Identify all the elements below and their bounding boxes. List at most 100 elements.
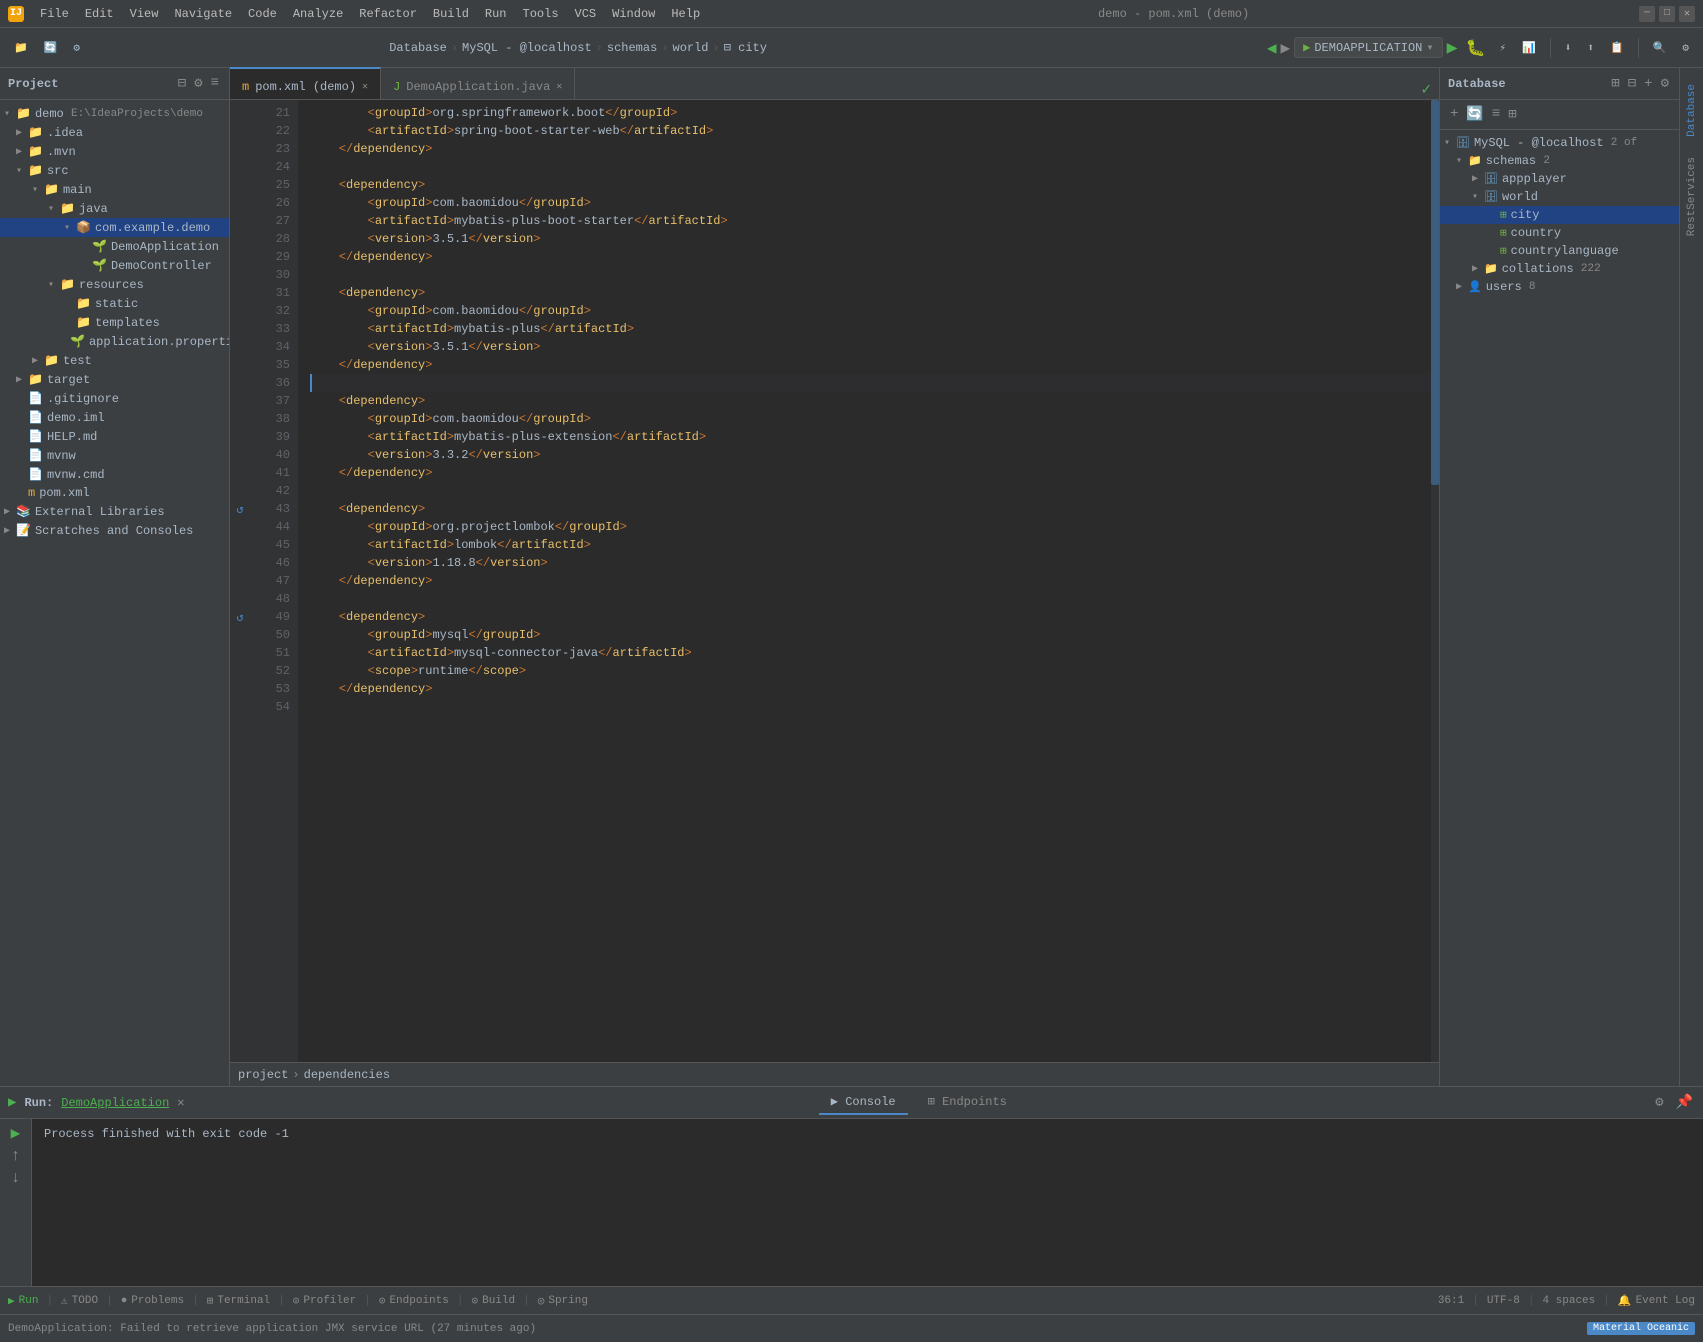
db-settings-icon[interactable]: ⚙ [1659,73,1671,94]
vtab-database[interactable]: Database [1684,76,1700,145]
tree-item-demo-controller[interactable]: ▶ 🌱 DemoController [0,256,229,275]
menu-navigate[interactable]: Navigate [166,5,240,23]
run-status-button[interactable]: ▶ Run [8,1294,38,1308]
db-refresh-icon[interactable]: 🔄 [1464,104,1485,125]
db-new-connection-icon[interactable]: + [1448,104,1460,125]
todo-status[interactable]: ⚠ TODO [61,1294,98,1308]
terminal-status[interactable]: ⊞ Terminal [207,1294,270,1308]
tree-item-mvn[interactable]: ▶ 📁 .mvn [0,142,229,161]
toolbar-project-btn[interactable]: 📁 [8,37,34,59]
menu-build[interactable]: Build [425,5,477,23]
tree-item-help[interactable]: ▶ 📄 HELP.md [0,427,229,446]
db-item-country[interactable]: ▶ ⊞ country [1440,224,1679,242]
tree-item-demo-iml[interactable]: ▶ 📄 demo.iml [0,408,229,427]
settings-gear-button[interactable]: ⚙ [1676,37,1695,59]
vtab-services[interactable]: RestServices [1684,149,1700,244]
db-item-world[interactable]: ▾ 🗄 world [1440,188,1679,206]
run-config-selector[interactable]: ▶ DEMOAPPLICATION ▾ [1294,37,1443,58]
breadcrumb-mysql[interactable]: MySQL - @localhost [462,41,592,55]
run-forward-button[interactable]: ▶ [1280,38,1290,58]
db-item-mysql[interactable]: ▾ 🗄 MySQL - @localhost 2 of [1440,134,1679,152]
tree-item-mvnw-cmd[interactable]: ▶ 📄 mvnw.cmd [0,465,229,484]
spring-status[interactable]: ◎ Spring [538,1294,588,1308]
run-tab-endpoints[interactable]: ⊞ Endpoints [916,1090,1019,1115]
run-settings-icon[interactable]: ⚙ [1653,1092,1665,1113]
tree-item-src[interactable]: ▾ 📁 src [0,161,229,180]
tree-item-templates[interactable]: ▶ 📁 templates [0,313,229,332]
menu-edit[interactable]: Edit [77,5,122,23]
profile-button[interactable]: 📊 [1516,37,1542,59]
run-button[interactable]: ▶ [1447,37,1458,59]
menu-file[interactable]: File [32,5,77,23]
db-item-collations[interactable]: ▶ 📁 collations 222 [1440,260,1679,278]
tree-item-demo[interactable]: ▾ 📁 demo E:\IdeaProjects\demo [0,104,229,123]
code-content[interactable]: <groupId>org.springframework.boot</group… [298,100,1431,1062]
close-button[interactable]: ✕ [1679,6,1695,22]
run-tab-console[interactable]: ▶ Console [819,1090,908,1115]
tree-item-package[interactable]: ▾ 📦 com.example.demo [0,218,229,237]
toolbar-settings-btn[interactable]: ⚙ [67,37,86,59]
toolbar-sync-btn[interactable]: 🔄 [38,37,64,59]
db-collapse-icon[interactable]: ⊟ [1626,73,1638,94]
menu-analyze[interactable]: Analyze [285,5,351,23]
git-update-button[interactable]: ⬇ [1559,37,1578,59]
sidebar-collapse-all-icon[interactable]: ⊟ [176,73,188,94]
db-sync-icon[interactable]: ⊞ [1609,73,1621,94]
minimize-button[interactable]: ─ [1639,6,1655,22]
tree-item-mvnw[interactable]: ▶ 📄 mvnw [0,446,229,465]
db-item-schemas[interactable]: ▾ 📁 schemas 2 [1440,152,1679,170]
sidebar-settings-icon[interactable]: ⚙ [192,73,204,94]
db-item-countrylanguage[interactable]: ▶ ⊞ countrylanguage [1440,242,1679,260]
tree-item-application-properties[interactable]: ▶ 🌱 application.properties [0,332,229,351]
tree-item-gitignore[interactable]: ▶ 📄 .gitignore [0,389,229,408]
sidebar-gear-icon[interactable]: ≡ [209,73,221,94]
run-app-name[interactable]: DemoApplication [61,1096,169,1110]
coverage-button[interactable]: ⚡ [1493,37,1512,59]
editor-breadcrumb-dependencies[interactable]: dependencies [304,1068,390,1082]
tree-item-idea[interactable]: ▶ 📁 .idea [0,123,229,142]
run-close-icon[interactable]: ✕ [177,1095,184,1110]
code-editor[interactable]: ↺ ↺ 21 22 23 24 25 26 27 [230,100,1439,1062]
db-add-icon[interactable]: + [1642,74,1654,94]
run-pin-icon[interactable]: 📌 [1674,1092,1695,1113]
profiler-status[interactable]: ⊙ Profiler [293,1294,356,1308]
run-back-button[interactable]: ◀ [1267,38,1277,58]
tree-item-resources[interactable]: ▾ 📁 resources [0,275,229,294]
tree-item-test[interactable]: ▶ 📁 test [0,351,229,370]
tree-item-pom-xml[interactable]: ▶ m pom.xml [0,484,229,502]
run-down-icon[interactable]: ↓ [11,1169,21,1187]
db-sql-icon[interactable]: ≡ [1490,104,1502,125]
db-item-city[interactable]: ▶ ⊞ city [1440,206,1679,224]
run-play-icon[interactable]: ▶ [11,1123,21,1143]
search-everywhere-button[interactable]: 🔍 [1647,37,1673,59]
endpoints-status[interactable]: ⊙ Endpoints [379,1294,449,1308]
run-up-icon[interactable]: ↑ [11,1147,21,1165]
breadcrumb-database[interactable]: Database [389,41,447,55]
position-status[interactable]: 36:1 [1438,1295,1464,1307]
tree-item-target[interactable]: ▶ 📁 target [0,370,229,389]
maximize-button[interactable]: □ [1659,6,1675,22]
build-status[interactable]: ⊙ Build [471,1294,515,1308]
db-table-view-icon[interactable]: ⊞ [1506,104,1518,125]
menu-vcs[interactable]: VCS [567,5,605,23]
git-history-button[interactable]: 📋 [1604,37,1630,59]
menu-window[interactable]: Window [604,5,663,23]
editor-breadcrumb-project[interactable]: project [238,1068,288,1082]
event-log-status[interactable]: 🔔 Event Log [1618,1294,1695,1308]
problems-status[interactable]: ● Problems [121,1295,184,1307]
editor-scrollbar[interactable] [1431,100,1439,1062]
menu-tools[interactable]: Tools [515,5,567,23]
tree-item-main[interactable]: ▾ 📁 main [0,180,229,199]
breadcrumb-world[interactable]: world [673,41,709,55]
tree-item-demo-application[interactable]: ▶ 🌱 DemoApplication [0,237,229,256]
menu-refactor[interactable]: Refactor [351,5,425,23]
tree-item-external-libraries[interactable]: ▶ 📚 External Libraries [0,502,229,521]
tab-demo-application[interactable]: J DemoApplication.java ✕ [381,67,575,99]
tab-pom-close[interactable]: ✕ [362,81,368,93]
menu-view[interactable]: View [122,5,167,23]
breadcrumb-city[interactable]: ⊟ city [724,40,767,55]
indent-status[interactable]: 4 spaces [1542,1295,1595,1307]
tab-pom-xml[interactable]: m pom.xml (demo) ✕ [230,67,381,99]
tab-demo-close[interactable]: ✕ [556,81,562,93]
tree-item-java[interactable]: ▾ 📁 java [0,199,229,218]
